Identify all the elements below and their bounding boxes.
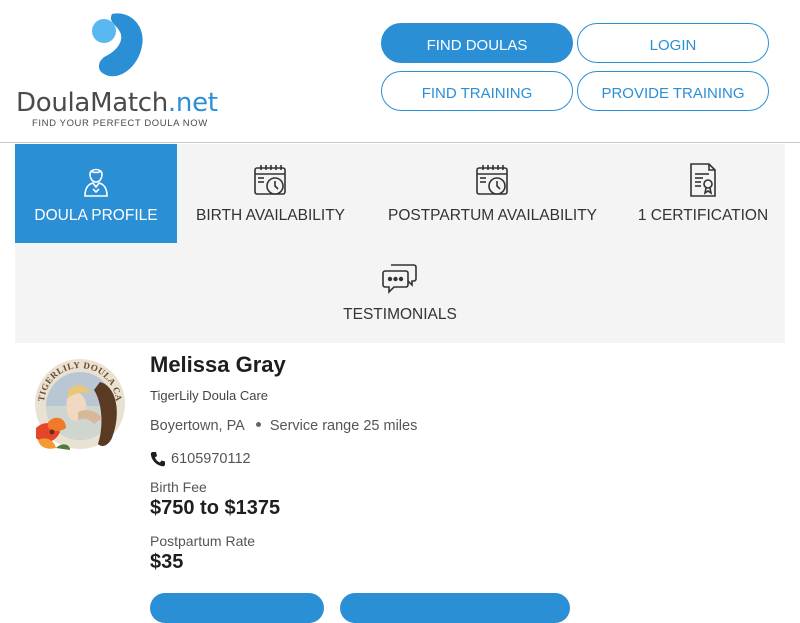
login-button[interactable]: LOGIN	[577, 23, 769, 63]
logo-text-match: Match	[90, 88, 168, 118]
profile-action-button[interactable]	[150, 593, 324, 623]
postpartum-rate-value: $35	[150, 551, 184, 573]
site-header: DoulaMatch.net FIND YOUR PERFECT DOULA N…	[0, 0, 800, 143]
logo-tagline: FIND YOUR PERFECT DOULA NOW	[32, 118, 208, 129]
find-training-button[interactable]: FIND TRAINING	[381, 71, 573, 111]
doula-name: Melissa Gray	[150, 352, 286, 377]
calendar-clock-icon	[253, 165, 286, 195]
service-range: Service range 25 miles	[269, 418, 418, 434]
tab-testimonials[interactable]: TESTIMONIALS	[15, 243, 785, 343]
profile-action-button[interactable]	[340, 593, 570, 623]
tab-doula-profile[interactable]: DOULA PROFILE	[15, 144, 177, 243]
phone-icon	[150, 452, 165, 467]
phone-row[interactable]: 6105970112	[150, 451, 251, 467]
doula-company: TigerLily Doula Care	[150, 388, 269, 403]
location-row: Boyertown, PA Service range 25 miles	[150, 418, 417, 434]
postpartum-rate-label: Postpartum Rate	[150, 533, 256, 549]
doula-location: Boyertown, PA	[150, 418, 245, 434]
tab-label: BIRTH AVAILABILITY	[195, 207, 346, 224]
provide-training-button[interactable]: PROVIDE TRAINING	[577, 71, 769, 111]
tigerlily-doula-care-logo: TIGERLILY DOULA CARE	[30, 352, 125, 450]
logo-text-doula: Doula	[16, 88, 91, 118]
find-doulas-button[interactable]: FIND DOULAS	[381, 23, 573, 63]
tab-birth-availability[interactable]: BIRTH AVAILABILITY	[177, 144, 364, 243]
tab-postpartum-availability[interactable]: POSTPARTUM AVAILABILITY	[364, 144, 621, 243]
chat-bubbles-icon	[382, 264, 417, 294]
certificate-icon	[690, 163, 716, 197]
tab-label: DOULA PROFILE	[34, 207, 158, 224]
doula-person-icon	[84, 168, 108, 197]
birth-fee-label: Birth Fee	[150, 479, 207, 495]
doulamatch-logo-icon	[92, 13, 143, 77]
birth-fee-value: $750 to $1375	[150, 497, 281, 519]
phone-number[interactable]: 6105970112	[171, 451, 251, 467]
tab-label: POSTPARTUM AVAILABILITY	[387, 207, 598, 224]
tab-certification[interactable]: 1 CERTIFICATION	[621, 144, 785, 243]
site-logo[interactable]: DoulaMatch.net FIND YOUR PERFECT DOULA N…	[16, 12, 218, 130]
profile-tabs: DOULA PROFILE BIRTH AVAILABILITY POSTPAR…	[15, 144, 785, 343]
calendar-clock-icon	[475, 165, 508, 195]
tab-label: TESTIMONIALS	[343, 306, 457, 323]
separator-dot-icon	[255, 421, 261, 427]
logo-text-net: .net	[167, 88, 218, 118]
logo-wordmark: DoulaMatch.net	[16, 88, 218, 118]
tab-label: 1 CERTIFICATION	[637, 207, 769, 224]
